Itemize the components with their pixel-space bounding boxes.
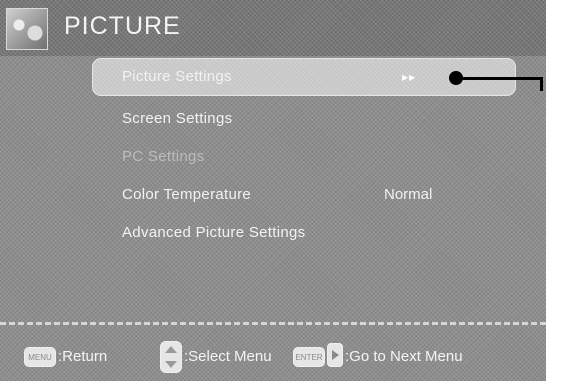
menu-item-picture-settings[interactable]: Picture Settings [122, 68, 232, 85]
color-temperature-value[interactable]: Normal [384, 186, 432, 203]
menu-key-icon: MENU [24, 347, 56, 367]
submenu-arrows-icon: ▸▸ [402, 70, 417, 84]
menu-item-screen-settings[interactable]: Screen Settings [122, 110, 232, 127]
menu-title: PICTURE [64, 12, 181, 40]
footer-divider [0, 322, 546, 325]
picture-icon [6, 8, 48, 50]
menu-item-pc-settings: PC Settings [122, 148, 205, 165]
callout-line [461, 77, 541, 80]
menu-item-color-temperature[interactable]: Color Temperature [122, 186, 251, 203]
select-menu-label: :Select Menu [184, 348, 272, 365]
return-label: :Return [58, 348, 108, 365]
enter-key-icon: ENTER [293, 347, 325, 367]
menu-item-advanced-picture-settings[interactable]: Advanced Picture Settings [122, 224, 305, 241]
callout-line-end [540, 77, 543, 91]
next-menu-label: :Go to Next Menu [345, 348, 463, 365]
up-down-key-icon [160, 341, 182, 373]
tv-menu-screen: PICTURE Picture Settings ▸▸ Screen Setti… [0, 0, 546, 381]
menu-header: PICTURE [0, 0, 546, 56]
right-arrow-key-icon [327, 343, 343, 367]
